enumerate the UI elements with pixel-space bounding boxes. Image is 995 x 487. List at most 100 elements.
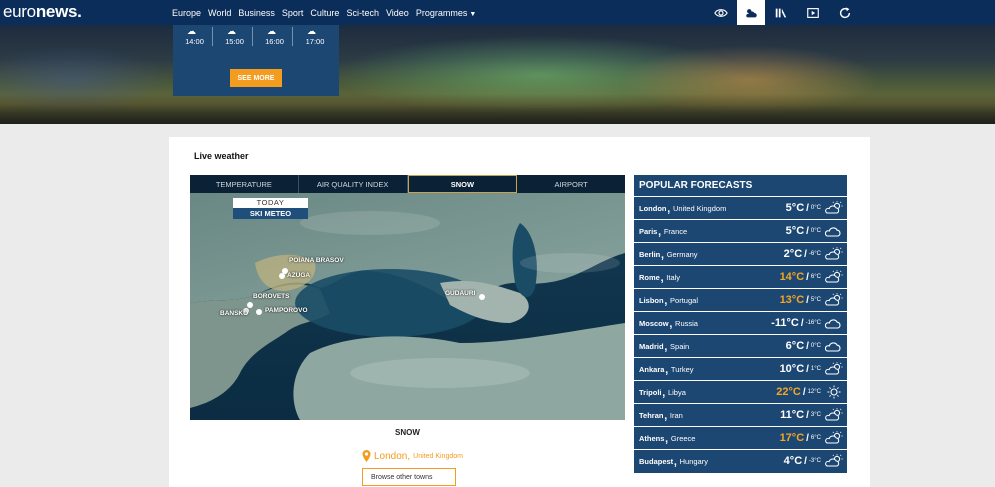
forecast-row-moscow[interactable]: Moscow, Russia -11°C / -16°C xyxy=(634,311,847,334)
tab-temperature[interactable]: TEMPERATURE xyxy=(190,175,299,193)
forecast-max-temp: 5°C xyxy=(785,225,805,237)
forecast-country: Russia xyxy=(675,318,698,328)
forecast-row-athens[interactable]: Athens, Greece 17°C/6°C xyxy=(634,426,847,449)
forecast-country: Turkey xyxy=(670,364,694,374)
forecast-min-temp: 12°C xyxy=(807,389,821,395)
forecast-country: Iran xyxy=(669,410,683,420)
location-city: London, xyxy=(374,450,411,462)
location-country: United Kingdom xyxy=(413,452,463,460)
nav-item-europe[interactable]: Europe xyxy=(172,8,201,18)
hourly-forecast-list: ☁ 14:00 ☁ 15:00 ☁ 16:00 ☁ 17:00 xyxy=(173,26,339,46)
nav-item-video[interactable]: Video xyxy=(386,8,409,18)
partly-cloudy-icon xyxy=(825,247,843,261)
see-more-button[interactable]: SEE MORE xyxy=(230,69,282,87)
forecast-temps: 5°C/0°C xyxy=(786,197,821,219)
video-play-icon[interactable] xyxy=(797,0,829,25)
forecast-max-temp: 10°C xyxy=(779,363,805,375)
tab-snow[interactable]: SNOW xyxy=(407,175,518,193)
forecast-separator: , xyxy=(666,199,671,216)
forecast-temp-separator: / xyxy=(806,432,809,444)
cloud-patch xyxy=(350,358,530,388)
partly-cloudy-icon xyxy=(825,362,843,376)
forecast-row-rome[interactable]: Rome, Italy 14°C/6°C xyxy=(634,265,847,288)
podcast-icon[interactable] xyxy=(765,0,797,25)
live-weather-panel: Live weather TEMPERATURE AIR QUALITY IND… xyxy=(169,137,870,487)
eye-icon[interactable] xyxy=(705,0,737,25)
forecast-temps: 17°C/6°C xyxy=(780,427,821,449)
forecast-row-tehran[interactable]: Tehran, Iran 11°C/3°C xyxy=(634,403,847,426)
nav-item-business[interactable]: Business xyxy=(238,8,275,18)
forecast-row-london[interactable]: London, United Kingdom 5°C/0°C xyxy=(634,196,847,219)
tab-air-quality-index[interactable]: AIR QUALITY INDEX xyxy=(299,175,408,193)
forecast-max-temp: -11°C xyxy=(771,317,799,329)
forecast-separator: , xyxy=(663,337,669,354)
forecast-temp-separator: / xyxy=(806,340,809,352)
resort-dot-gudauri xyxy=(479,294,485,300)
nav-item-programmes-label: Programmes xyxy=(415,7,468,18)
forecast-temp-separator: / xyxy=(802,386,806,398)
forecast-temp-separator: / xyxy=(800,317,804,329)
weather-map: TEMPERATURE AIR QUALITY INDEX SNOW AIRPO… xyxy=(190,175,625,420)
forecast-temps: 5°C/0°C xyxy=(786,220,821,242)
current-location[interactable]: London, United Kingdom xyxy=(362,450,463,462)
forecast-max-temp: 22°C xyxy=(776,386,801,398)
forecast-country: Italy xyxy=(666,272,681,282)
forecast-row-berlin[interactable]: Berlin, Germany 2°C / -6°C xyxy=(634,242,847,265)
place-label: AZUGA xyxy=(287,272,311,279)
forecast-row-madrid[interactable]: Madrid, Spain 6°C/0°C xyxy=(634,334,847,357)
forecast-country: Portugal xyxy=(670,295,698,305)
forecast-temp-separator: / xyxy=(806,294,809,306)
forecast-city: Ankara xyxy=(639,364,665,374)
forecast-separator: , xyxy=(673,452,678,469)
weather-icon[interactable] xyxy=(737,0,765,25)
forecast-separator: , xyxy=(668,314,674,331)
hero-ridge xyxy=(0,94,995,124)
forecast-row-tripoli[interactable]: Tripoli, Libya 22°C/12°C xyxy=(634,380,847,403)
today-label: TODAY xyxy=(233,198,308,208)
forecast-country: Libya xyxy=(667,387,686,397)
cloud-icon xyxy=(824,339,843,353)
forecast-max-temp: 14°C xyxy=(779,271,805,283)
forecast-separator: , xyxy=(664,360,669,377)
nav-item-programmes[interactable]: Programmes ▼ xyxy=(416,8,476,18)
location-pin-icon xyxy=(362,450,371,462)
forecast-temps: -11°C / -16°C xyxy=(771,312,821,334)
tab-airport[interactable]: AIRPORT xyxy=(517,175,625,193)
forecast-city: Moscow xyxy=(639,318,669,328)
forecast-separator: , xyxy=(663,406,668,423)
forecast-min-temp: 0°C xyxy=(810,343,821,349)
forecast-min-temp: -6°C xyxy=(808,251,821,257)
hour-time: 14:00 xyxy=(185,37,204,46)
place-label: GUDAURI xyxy=(445,290,476,297)
nav-item-culture[interactable]: Culture xyxy=(310,8,339,18)
forecast-city: Budapest xyxy=(639,456,674,466)
forecast-city: Madrid xyxy=(639,341,664,351)
forecast-max-temp: 11°C xyxy=(780,409,805,421)
forecast-temps: 2°C / -6°C xyxy=(784,243,821,265)
hourly-forecast-card: ☁ 14:00 ☁ 15:00 ☁ 16:00 ☁ 17:00 SEE MORE xyxy=(173,25,339,96)
live-refresh-icon[interactable] xyxy=(829,0,861,25)
cloud-icon: ☁ xyxy=(187,26,196,36)
euronews-logo[interactable]: euronews. xyxy=(3,2,82,22)
nav-item-sci-tech[interactable]: Sci-tech xyxy=(346,8,379,18)
nav-item-sport[interactable]: Sport xyxy=(282,8,304,18)
forecast-row-ankara[interactable]: Ankara, Turkey 10°C/1°C xyxy=(634,357,847,380)
forecast-row-budapest[interactable]: Budapest, Hungary 4°C / -3°C xyxy=(634,449,847,472)
forecast-separator: , xyxy=(659,268,665,285)
forecast-row-paris[interactable]: Paris, France 5°C/0°C xyxy=(634,219,847,242)
nav-item-world[interactable]: World xyxy=(208,8,231,18)
forecast-country: Germany xyxy=(666,249,698,259)
hourly-forecast-item: ☁ 16:00 xyxy=(257,26,293,46)
forecast-city: Rome xyxy=(639,272,660,282)
forecast-temps: 22°C/12°C xyxy=(776,381,821,403)
cloud-icon: ☁ xyxy=(307,26,316,36)
browse-towns-input[interactable]: Browse other towns xyxy=(362,468,456,486)
snow-map-graphic xyxy=(190,193,625,420)
forecast-separator: , xyxy=(661,383,666,400)
forecast-max-temp: 5°C xyxy=(785,202,805,214)
partly-cloudy-icon xyxy=(825,408,843,422)
forecast-max-temp: 2°C xyxy=(783,248,803,260)
nav-icon-group xyxy=(705,0,861,25)
forecast-row-lisbon[interactable]: Lisbon, Portugal 13°C/5°C xyxy=(634,288,847,311)
forecast-min-temp: -16°C xyxy=(805,320,821,326)
